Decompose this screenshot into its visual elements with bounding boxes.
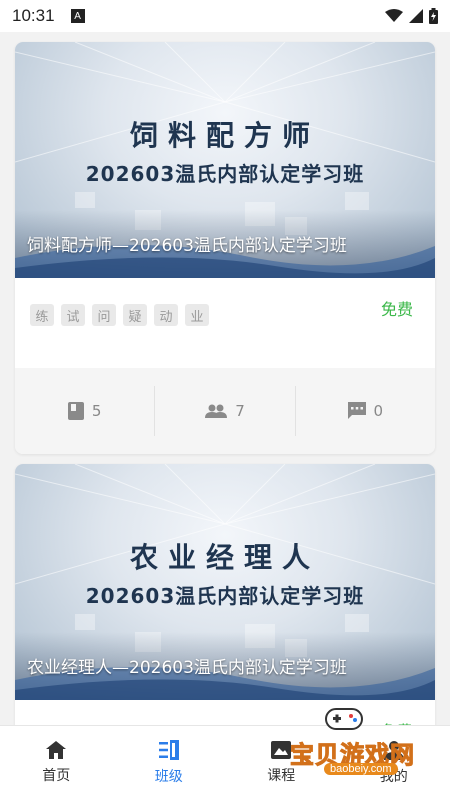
tab-home[interactable]: 首页 <box>0 726 113 800</box>
tab-course[interactable]: 课程 <box>225 726 338 800</box>
lesson-count: 5 <box>15 386 154 436</box>
comment-count-value: 0 <box>373 402 384 420</box>
tab-label: 我的 <box>379 769 408 785</box>
tag-badge: 动 <box>154 304 178 326</box>
tag-badge: 练 <box>30 304 54 326</box>
status-time: 10:31 <box>12 6 55 25</box>
card-body: 练 试 问 疑 动 业 免费 <box>15 278 435 368</box>
student-count-value: 7 <box>235 402 245 420</box>
class-title: 农业经理人—202603温氏内部认定学习班 <box>27 658 347 678</box>
course-icon <box>271 741 292 759</box>
tab-profile[interactable]: 我的 <box>338 726 450 800</box>
tag-badge: 疑 <box>123 304 147 326</box>
banner-subtitle: 202603温氏内部认定学习班 <box>85 584 365 608</box>
status-bar: 10:31 A <box>0 0 450 32</box>
banner-subtitle: 202603温氏内部认定学习班 <box>85 162 365 186</box>
wifi-icon <box>385 9 403 22</box>
people-icon <box>205 404 228 418</box>
home-icon <box>46 741 67 759</box>
class-list[interactable]: 饲料配方师 202603温氏内部认定学习班 饲料配方师—202603温氏内部认定… <box>0 32 450 725</box>
student-count: 7 <box>154 386 294 436</box>
status-icons <box>385 8 438 24</box>
comment-icon <box>347 402 366 419</box>
class-banner[interactable]: 饲料配方师 202603温氏内部认定学习班 饲料配方师—202603温氏内部认定… <box>15 42 435 278</box>
class-card[interactable]: 农业经理人 202603温氏内部认定学习班 农业经理人—202603温氏内部认定… <box>15 464 435 725</box>
tag-list: 练 试 问 疑 动 业 <box>30 304 209 326</box>
class-title: 饲料配方师—202603温氏内部认定学习班 <box>27 236 347 256</box>
battery-icon <box>429 8 438 24</box>
tab-class[interactable]: 班级 <box>113 726 226 800</box>
lesson-count-value: 5 <box>91 402 102 420</box>
banner-title: 饲料配方师 <box>129 119 320 152</box>
comment-count: 0 <box>294 386 435 436</box>
class-banner[interactable]: 农业经理人 202603温氏内部认定学习班 农业经理人—202603温氏内部认定… <box>15 464 435 700</box>
book-icon <box>67 402 84 420</box>
tab-label: 班级 <box>154 769 183 785</box>
bottom-tab-bar: 首页 班级 课程 我的 <box>0 725 450 800</box>
banner-title: 农业经理人 <box>129 541 320 574</box>
card-body: 免费 <box>15 700 435 725</box>
price-label: 免费 <box>380 300 413 319</box>
signal-icon <box>409 9 423 23</box>
class-icon <box>158 740 179 760</box>
tag-badge: 问 <box>92 304 116 326</box>
profile-icon <box>383 741 404 760</box>
price-label: 免费 <box>381 718 413 725</box>
notification-icon: A <box>70 9 85 23</box>
tag-badge: 业 <box>185 304 209 326</box>
tag-badge: 试 <box>61 304 85 326</box>
class-card[interactable]: 饲料配方师 202603温氏内部认定学习班 饲料配方师—202603温氏内部认定… <box>15 42 435 454</box>
card-stats: 5 7 0 <box>15 368 435 454</box>
tab-label: 课程 <box>267 768 296 784</box>
tab-label: 首页 <box>42 768 71 784</box>
